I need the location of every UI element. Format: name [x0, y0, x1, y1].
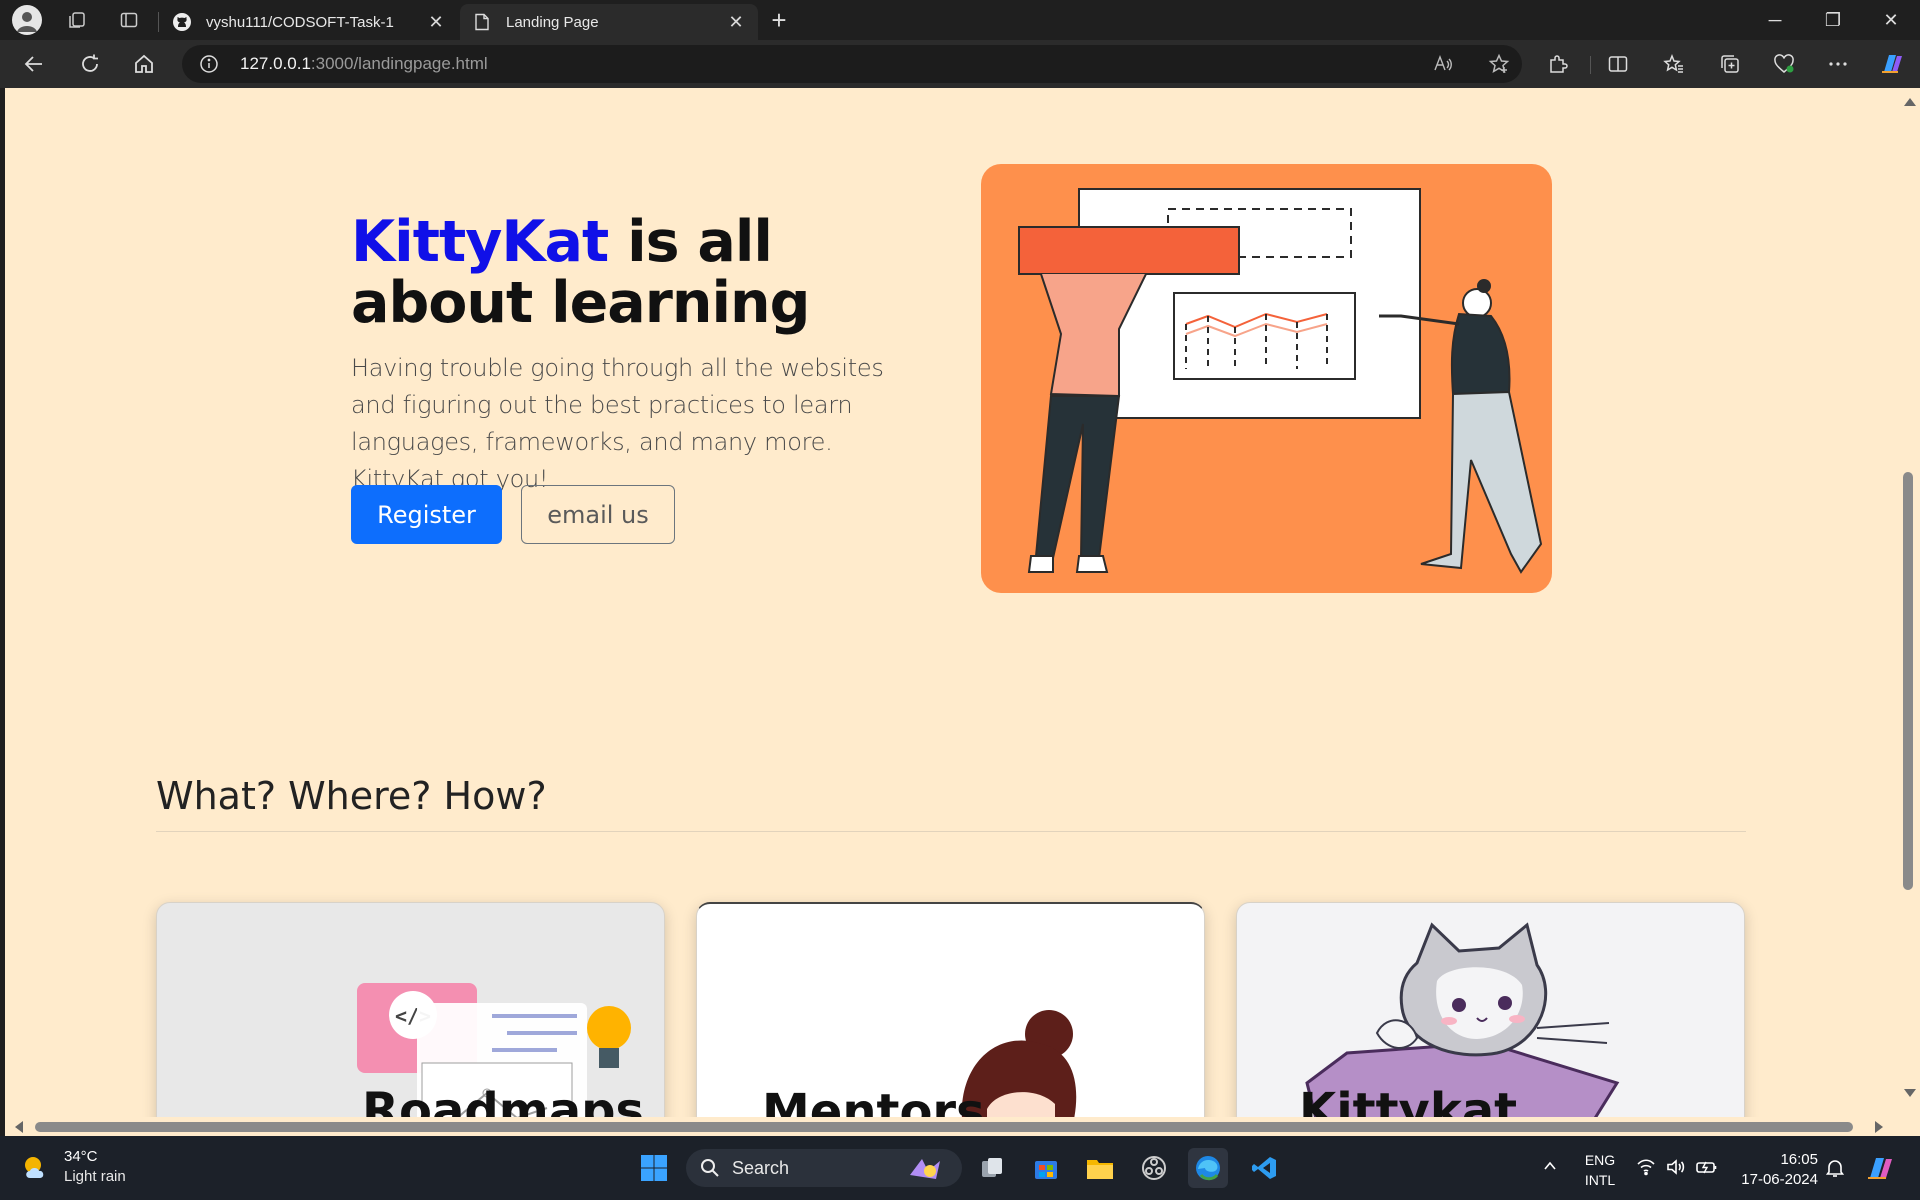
weather-rain-icon [25, 1157, 44, 1178]
card-title: Kittykat [1299, 1083, 1518, 1117]
favorites-icon[interactable] [1658, 49, 1690, 79]
microsoft-store-icon[interactable] [1026, 1148, 1066, 1188]
vertical-tabs-icon[interactable] [114, 5, 144, 35]
windows-taskbar: 34°C Light rain Search ENG INTL 16:05 17… [0, 1136, 1920, 1200]
address-bar[interactable]: 127.0.0.1:3000/landingpage.html [182, 45, 1522, 83]
scroll-thumb[interactable] [35, 1122, 1853, 1132]
language-indicator[interactable]: ENG INTL [1580, 1150, 1620, 1190]
workspaces-icon[interactable] [62, 5, 92, 35]
restore-icon[interactable]: ❐ [1810, 4, 1856, 36]
windows-start-icon[interactable] [634, 1148, 674, 1188]
search-label: Search [732, 1158, 790, 1178]
obs-studio-icon[interactable] [1134, 1148, 1174, 1188]
email-us-button[interactable]: email us [521, 485, 675, 544]
hero-illustration [981, 164, 1552, 593]
volume-icon[interactable] [1666, 1158, 1686, 1181]
more-options-icon[interactable] [1822, 49, 1854, 79]
home-icon[interactable] [128, 49, 160, 79]
weather-temp: 34°C [64, 1148, 98, 1165]
tab-github[interactable]: vyshu111/CODSOFT-Task-1 ✕ [160, 4, 458, 40]
tab-title: Landing Page [506, 13, 599, 31]
edge-browser-icon[interactable] [1188, 1148, 1228, 1188]
browser-tab-bar: vyshu111/CODSOFT-Task-1 ✕ Landing Page ✕… [0, 0, 1920, 40]
close-tab-icon[interactable]: ✕ [726, 12, 746, 33]
refresh-icon[interactable] [74, 49, 106, 79]
copilot-taskbar-icon[interactable] [1864, 1152, 1896, 1189]
weather-widget[interactable]: 34°C Light rain [22, 1148, 222, 1192]
brand-name: KittyKat [351, 209, 609, 275]
scroll-right-icon[interactable] [1875, 1121, 1883, 1133]
weather-condition: Light rain [64, 1168, 126, 1185]
task-view-icon[interactable] [972, 1148, 1012, 1188]
scroll-down-icon[interactable] [1904, 1089, 1916, 1097]
wifi-icon[interactable] [1636, 1158, 1656, 1181]
github-icon [172, 12, 192, 32]
battery-icon[interactable] [1696, 1158, 1718, 1181]
section-title: What? Where? How? [156, 774, 547, 818]
close-window-icon[interactable]: ✕ [1868, 4, 1914, 36]
notifications-bell-icon[interactable] [1825, 1158, 1845, 1183]
collections-icon[interactable] [1714, 49, 1746, 79]
card-title: Mentors [762, 1084, 985, 1117]
card-kittykat[interactable]: Kittykat [1236, 902, 1745, 1117]
new-tab-button[interactable]: + [764, 6, 794, 36]
section-divider [156, 831, 1746, 832]
hero-title: KittyKat is all about learning [351, 209, 810, 336]
scroll-up-icon[interactable] [1904, 98, 1916, 106]
register-button[interactable]: Register [351, 485, 502, 544]
horizontal-scrollbar[interactable] [5, 1117, 1897, 1136]
card-mentors[interactable]: Mentors [696, 902, 1205, 1117]
minimize-icon[interactable]: ─ [1752, 4, 1798, 36]
extensions-icon[interactable] [1542, 49, 1574, 79]
tab-separator [158, 12, 159, 32]
vertical-scrollbar[interactable] [1897, 88, 1920, 1117]
toolbar-separator [1590, 56, 1591, 74]
system-clock[interactable]: 16:05 17-06-2024 [1728, 1150, 1818, 1190]
read-aloud-icon[interactable] [1432, 53, 1454, 75]
card-title: Roadmaps [362, 1083, 645, 1117]
show-hidden-icons-icon[interactable] [1542, 1158, 1558, 1179]
browser-toolbar: 127.0.0.1:3000/landingpage.html [0, 40, 1920, 88]
search-icon [701, 1159, 719, 1177]
scrollbar-corner [1897, 1117, 1920, 1136]
vscode-icon[interactable] [1244, 1148, 1284, 1188]
tab-landing-page[interactable]: Landing Page ✕ [460, 4, 758, 40]
search-highlight-icon [910, 1159, 940, 1179]
back-icon[interactable] [18, 49, 50, 79]
browser-essentials-icon[interactable] [1768, 49, 1800, 79]
url-text[interactable]: 127.0.0.1:3000/landingpage.html [240, 54, 488, 74]
hero-description: Having trouble going through all the web… [351, 354, 884, 493]
site-info-icon[interactable] [199, 54, 219, 74]
profile-avatar-icon[interactable] [12, 5, 42, 35]
file-explorer-icon[interactable] [1080, 1148, 1120, 1188]
page-icon [472, 12, 492, 32]
tab-title: vyshu111/CODSOFT-Task-1 [206, 13, 394, 31]
page-viewport: KittyKat is all about learning Having tr… [5, 88, 1897, 1117]
close-tab-icon[interactable]: ✕ [426, 12, 446, 33]
favorite-star-icon[interactable] [1488, 53, 1510, 75]
split-screen-icon[interactable] [1602, 49, 1634, 79]
scroll-thumb[interactable] [1903, 472, 1913, 890]
scroll-left-icon[interactable] [15, 1121, 23, 1133]
card-roadmaps[interactable]: </> Roadmaps [156, 902, 665, 1117]
taskbar-search[interactable]: Search [686, 1149, 962, 1187]
copilot-icon[interactable] [1876, 49, 1908, 79]
